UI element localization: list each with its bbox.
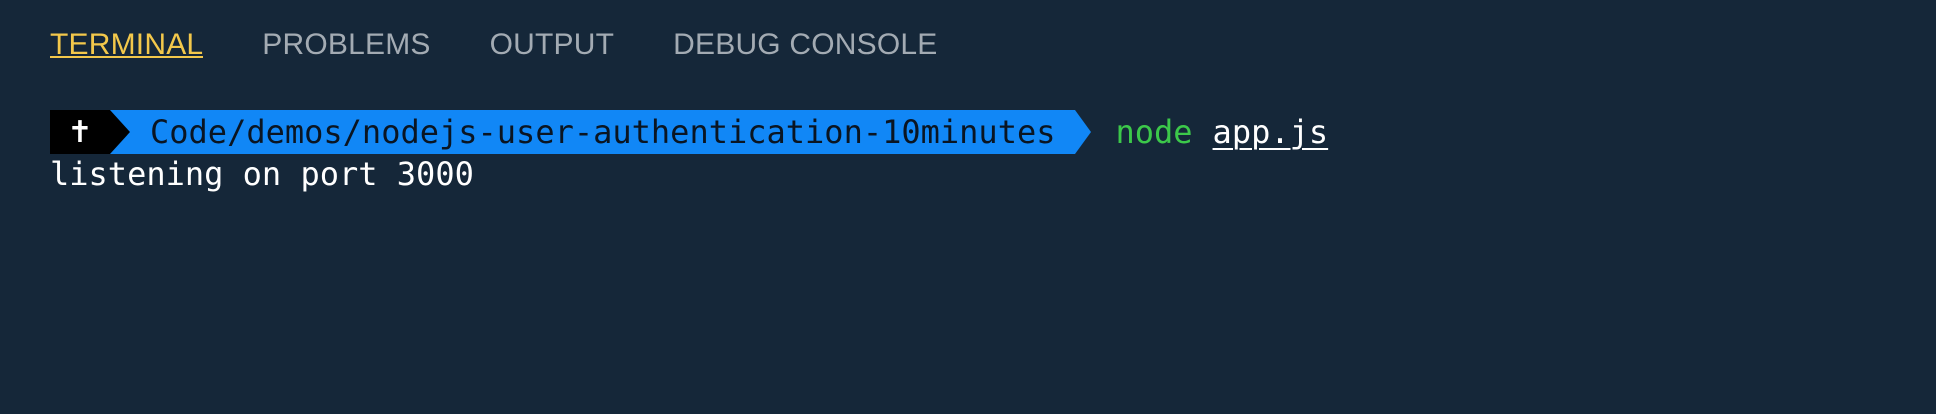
command-argument[interactable]: app.js <box>1213 113 1329 151</box>
current-path: Code/demos/nodejs-user-authentication-10… <box>150 113 1056 151</box>
cross-icon: ✝ <box>50 110 110 154</box>
tab-problems[interactable]: PROBLEMS <box>262 0 430 61</box>
powerline-arrow-icon <box>1075 110 1092 154</box>
panel-tabs: TERMINAL PROBLEMS OUTPUT DEBUG CONSOLE <box>50 0 996 86</box>
tab-output[interactable]: OUTPUT <box>490 0 615 61</box>
tab-debug-console[interactable]: DEBUG CONSOLE <box>673 0 937 61</box>
tab-terminal[interactable]: TERMINAL <box>50 0 204 61</box>
command-name: node <box>1115 113 1193 151</box>
terminal-area[interactable]: ✝ Code/demos/nodejs-user-authentication-… <box>50 110 1328 196</box>
prompt-line: ✝ Code/demos/nodejs-user-authentication-… <box>50 110 1328 154</box>
path-segment: Code/demos/nodejs-user-authentication-10… <box>110 110 1076 154</box>
output-line: listening on port 3000 <box>50 155 474 193</box>
